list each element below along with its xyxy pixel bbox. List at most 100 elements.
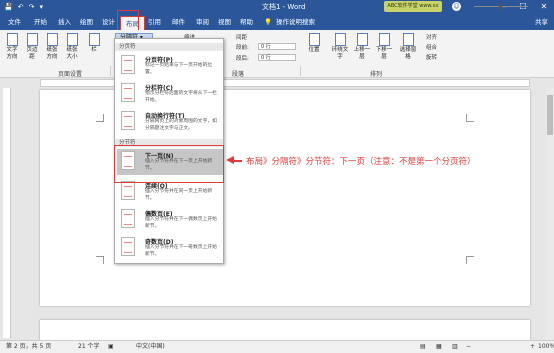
send-backward-label: 下移一层: [375, 47, 393, 60]
zoom-slider-thumb[interactable]: [499, 3, 502, 10]
page-break-icon: [121, 55, 135, 74]
selection-pane-button[interactable]: 选择窗格: [398, 33, 418, 61]
user-avatar-icon[interactable]: ☺: [452, 2, 461, 11]
language[interactable]: 中文(中国): [136, 341, 165, 353]
column-break-icon: [121, 83, 135, 102]
margins-label: 页边距: [26, 47, 38, 60]
tab-highlight-box: [117, 10, 139, 31]
wrap-text-icon: [334, 33, 346, 46]
zoom-in-icon[interactable]: +: [530, 341, 535, 353]
page-count[interactable]: 第 2 页，共 5 页: [6, 341, 51, 353]
read-mode-icon[interactable]: ▤: [420, 341, 426, 353]
columns-icon: [88, 33, 100, 46]
maximize-button[interactable]: ☐: [516, 1, 530, 13]
annotation-arrow-icon: [226, 156, 234, 164]
document-page-2[interactable]: [40, 320, 530, 340]
text-direction-button[interactable]: 文字方向: [4, 33, 20, 61]
continuous-icon: [121, 181, 135, 200]
menu-item-text-wrapping[interactable]: 自动换行符(T) 分隔网页上的对象周围的文字，如分隔题注文字与正文。: [117, 109, 223, 135]
align-button[interactable]: 对齐: [426, 33, 437, 41]
scrollbar-thumb[interactable]: [547, 95, 553, 135]
text-direction-icon: [6, 33, 18, 46]
crop-mark: [466, 256, 474, 264]
zoom-out-icon[interactable]: −: [466, 341, 471, 353]
position-label: 位置: [308, 47, 320, 53]
send-backward-button[interactable]: 下移一层: [374, 33, 394, 61]
tab-home[interactable]: 开始: [34, 17, 47, 27]
share-button[interactable]: 共享: [535, 17, 548, 27]
tab-insert[interactable]: 插入: [58, 17, 71, 27]
crop-mark: [466, 114, 474, 122]
group-divider: [110, 66, 111, 76]
proofing-icon[interactable]: ▣: [108, 341, 114, 353]
tab-review[interactable]: 审阅: [196, 17, 209, 27]
redo-icon[interactable]: ↷: [29, 2, 35, 12]
bring-forward-icon: [356, 33, 368, 46]
annotation-text: 布局》分隔符》分节符：下一页（注意：不是第一个分页符）: [246, 157, 476, 167]
menu-item-desc: 标记一页结束与下一页开始的位置。: [145, 63, 213, 75]
zoom-level[interactable]: 100%: [538, 341, 554, 353]
tab-help[interactable]: 帮助: [240, 17, 253, 27]
odd-page-icon: [121, 237, 135, 256]
web-layout-icon[interactable]: ▥: [452, 341, 458, 353]
size-button[interactable]: 纸张大小: [64, 33, 80, 61]
close-button[interactable]: ✕: [537, 1, 551, 13]
selection-pane-icon: [402, 33, 414, 46]
ribbon: 文字方向 页边距 纸张方向 纸张大小 栏 缩进 间距 段前: 0 行 段后: 0…: [0, 30, 554, 78]
lightbulb-icon: 💡: [264, 18, 273, 26]
paper-size-icon: [66, 33, 78, 46]
position-icon: [308, 33, 320, 46]
ribbon-tabs: 文件 开始 插入 绘图 设计 布局 引用 邮件 审阅 视图 帮助 💡 操作说明搜…: [0, 14, 554, 30]
annotation-arrow-line: [234, 160, 242, 162]
margins-button[interactable]: 页边距: [24, 33, 40, 61]
document-title: 文档1 - Word: [262, 3, 306, 11]
menu-item-desc: 插入分节符并在下一奇数页上开始新节。: [145, 245, 217, 257]
send-backward-icon: [378, 33, 390, 46]
group-button[interactable]: 组合: [426, 43, 437, 51]
word-count[interactable]: 21 个字: [78, 341, 100, 353]
wrap-text-label: 环绕文字: [331, 47, 349, 60]
even-page-icon: [121, 209, 135, 228]
undo-icon[interactable]: ↶: [18, 2, 24, 12]
orientation-icon: [46, 33, 58, 46]
menu-item-odd-page[interactable]: 奇数页(D) 插入分节符并在下一奇数页上开始新节。: [117, 235, 223, 261]
bring-forward-label: 上移一层: [353, 47, 371, 60]
paragraph-group-label: 段落: [232, 71, 245, 78]
orientation-button[interactable]: 纸张方向: [44, 33, 60, 61]
crop-mark: [96, 114, 104, 122]
margins-icon: [26, 33, 38, 46]
tab-file[interactable]: 文件: [8, 17, 21, 27]
print-layout-icon[interactable]: ▦: [436, 341, 442, 353]
menu-item-desc: 分隔网页上的对象周围的文字，如分隔题注文字与正文。: [145, 119, 217, 131]
columns-button[interactable]: 栏: [86, 33, 102, 54]
text-direction-label: 文字方向: [6, 47, 18, 60]
menu-item-desc: 指示分栏符后面的文字将从下一栏开始。: [145, 91, 217, 103]
customize-qat-icon[interactable]: ▾: [39, 2, 43, 12]
tab-draw[interactable]: 绘图: [80, 17, 93, 27]
arrange-group-label: 排列: [370, 71, 383, 78]
position-button[interactable]: 位置: [306, 33, 322, 54]
wrap-text-button[interactable]: 环绕文字: [330, 33, 350, 61]
rotate-button[interactable]: 旋转: [426, 53, 437, 61]
tab-design[interactable]: 设计: [102, 17, 115, 27]
horizontal-ruler: [0, 78, 554, 88]
title-bar: 💾 ↶ ↷ ▾ 文档1 - Word ABC软件学堂 www.xx ☺ — ☐ …: [0, 0, 554, 14]
save-icon[interactable]: 💾: [4, 2, 13, 12]
bring-forward-button[interactable]: 上移一层: [352, 33, 372, 61]
text-wrapping-icon: [121, 111, 135, 130]
tab-references[interactable]: 引用: [148, 17, 161, 27]
group-divider: [300, 66, 301, 76]
tab-mailings[interactable]: 邮件: [172, 17, 185, 27]
tell-me-search[interactable]: 操作说明搜索: [276, 17, 315, 27]
before-spin[interactable]: 0 行: [258, 43, 296, 50]
crop-mark: [96, 256, 104, 264]
menu-item-page-break[interactable]: 分页符(P) 标记一页结束与下一页开始的位置。: [117, 53, 223, 79]
tab-view[interactable]: 视图: [218, 17, 231, 27]
after-spin[interactable]: 0 行: [258, 54, 296, 61]
next-page-highlight-box: [114, 145, 224, 183]
menu-item-desc: 插入分节符并在同一页上开始新节。: [145, 189, 213, 201]
page-breaks-header: 分页符: [115, 43, 223, 51]
menu-item-even-page[interactable]: 偶数页(E) 插入分节符并在下一偶数页上开始新节。: [117, 207, 223, 233]
watermark-logo: ABC软件学堂 www.xx: [384, 1, 442, 12]
menu-item-column-break[interactable]: 分栏符(C) 指示分栏符后面的文字将从下一栏开始。: [117, 81, 223, 107]
